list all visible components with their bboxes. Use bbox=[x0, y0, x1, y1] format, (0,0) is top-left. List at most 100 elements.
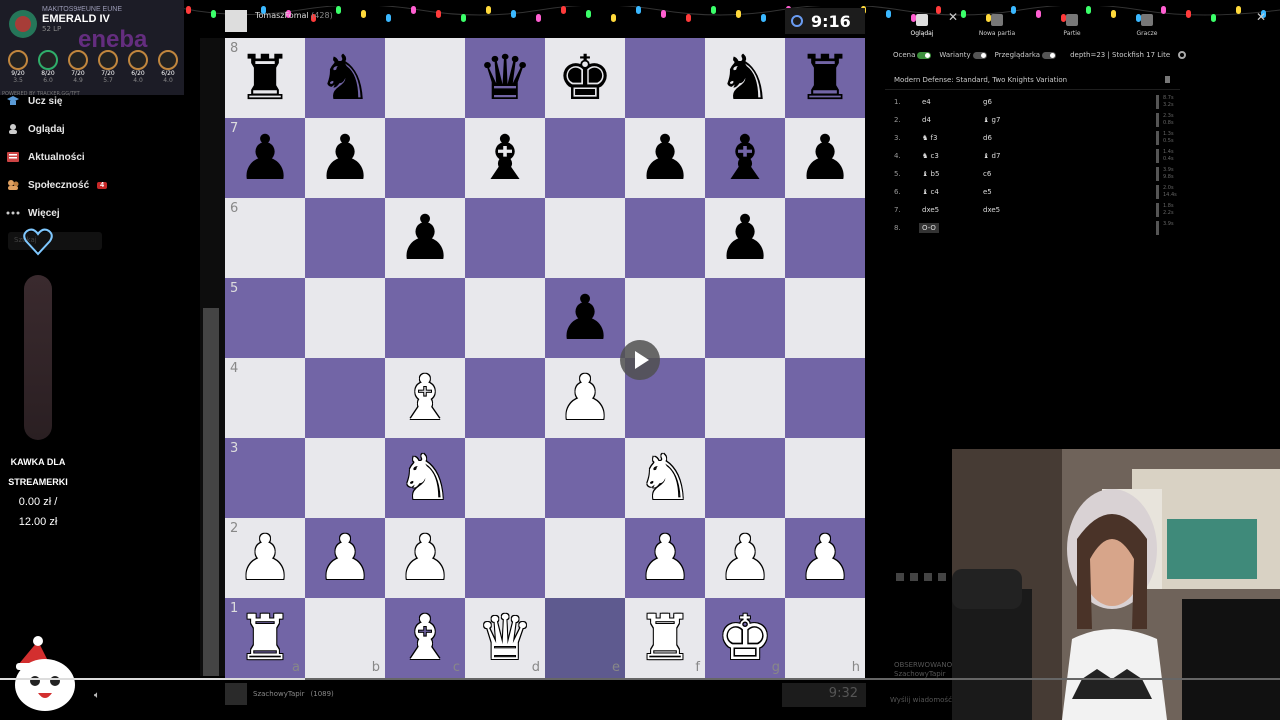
white-pawn-icon[interactable]: ♟ bbox=[225, 518, 305, 598]
black-bishop-icon[interactable]: ♝ bbox=[465, 118, 545, 198]
square-f8[interactable] bbox=[625, 38, 705, 118]
white-move[interactable]: dxe5 bbox=[922, 206, 939, 214]
square-a4[interactable]: 4 bbox=[225, 358, 305, 438]
black-move[interactable]: ♝ g7 bbox=[983, 116, 1000, 124]
black-pawn-icon[interactable]: ♟ bbox=[705, 198, 785, 278]
square-b5[interactable] bbox=[305, 278, 385, 358]
tab-games[interactable]: Partie bbox=[1042, 14, 1102, 37]
square-e1[interactable]: e bbox=[545, 598, 625, 678]
white-pawn-icon[interactable]: ♟ bbox=[625, 518, 705, 598]
square-g2[interactable]: ♟ bbox=[705, 518, 785, 598]
black-king-icon[interactable]: ♚ bbox=[545, 38, 625, 118]
white-pawn-icon[interactable]: ♟ bbox=[545, 358, 625, 438]
black-move[interactable]: d6 bbox=[983, 134, 992, 142]
black-pawn-icon[interactable]: ♟ bbox=[785, 118, 865, 198]
square-c3[interactable]: ♞ bbox=[385, 438, 465, 518]
chess-board[interactable]: 8 ♜ ♞ ♛ ♚ ♞ ♜ 7 ♟ ♟ ♝ ♟ ♝ ♟ 6 ♟ ♟ 5 ♟ 4 ♝ ♟ 3 ♞ ♞ 2 ♟ ♟ ♟ ♟ ♟ ♟ 1 a ♜ b c ♝ d ♛… bbox=[225, 38, 865, 678]
square-a2[interactable]: 2 ♟ bbox=[225, 518, 305, 598]
square-c4[interactable]: ♝ bbox=[385, 358, 465, 438]
tab-watch[interactable]: Oglądaj bbox=[892, 14, 952, 37]
black-pawn-icon[interactable]: ♟ bbox=[545, 278, 625, 358]
sidebar-item-community[interactable]: Społeczność 4 bbox=[6, 179, 108, 191]
sidebar-item-watch[interactable]: Oglądaj bbox=[6, 123, 65, 135]
gear-icon[interactable] bbox=[1178, 51, 1187, 59]
square-e8[interactable]: ♚ bbox=[545, 38, 625, 118]
black-move[interactable]: g6 bbox=[983, 98, 992, 106]
black-pawn-icon[interactable]: ♟ bbox=[385, 198, 465, 278]
tab-new-game[interactable]: Nowa partia bbox=[967, 14, 1027, 37]
square-h2[interactable]: ♟ bbox=[785, 518, 865, 598]
white-move[interactable]: ♞ f3 bbox=[922, 134, 937, 142]
square-g1[interactable]: g ♚ bbox=[705, 598, 785, 678]
square-c7[interactable] bbox=[385, 118, 465, 198]
expand-icon[interactable] bbox=[924, 573, 932, 581]
white-knight-icon[interactable]: ♞ bbox=[385, 438, 465, 518]
black-move[interactable]: ♝ d7 bbox=[983, 152, 1000, 160]
square-e6[interactable] bbox=[545, 198, 625, 278]
avatar[interactable] bbox=[225, 10, 247, 32]
player-username[interactable]: SzachowyTapir bbox=[253, 690, 305, 698]
white-queen-icon[interactable]: ♛ bbox=[465, 598, 545, 678]
option-eval[interactable]: Ocena bbox=[893, 51, 932, 59]
black-move[interactable]: c6 bbox=[983, 170, 991, 178]
white-move[interactable]: ♝ b5 bbox=[922, 170, 939, 178]
black-bishop-icon[interactable]: ♝ bbox=[705, 118, 785, 198]
black-pawn-icon[interactable]: ♟ bbox=[625, 118, 705, 198]
square-h1[interactable]: h bbox=[785, 598, 865, 678]
settings-icon[interactable] bbox=[938, 573, 946, 581]
square-d8[interactable]: ♛ bbox=[465, 38, 545, 118]
square-a6[interactable]: 6 bbox=[225, 198, 305, 278]
square-b2[interactable]: ♟ bbox=[305, 518, 385, 598]
avatar[interactable] bbox=[225, 683, 247, 705]
square-b6[interactable] bbox=[305, 198, 385, 278]
white-move[interactable]: d4 bbox=[922, 116, 931, 124]
white-bishop-icon[interactable]: ♝ bbox=[385, 598, 465, 678]
white-move[interactable]: ♞ c3 bbox=[922, 152, 939, 160]
square-f7[interactable]: ♟ bbox=[625, 118, 705, 198]
square-g7[interactable]: ♝ bbox=[705, 118, 785, 198]
square-d5[interactable] bbox=[465, 278, 545, 358]
square-h3[interactable] bbox=[785, 438, 865, 518]
square-f1[interactable]: f ♜ bbox=[625, 598, 705, 678]
white-king-icon[interactable]: ♚ bbox=[705, 598, 785, 678]
black-pawn-icon[interactable]: ♟ bbox=[225, 118, 305, 198]
square-a8[interactable]: 8 ♜ bbox=[225, 38, 305, 118]
sidebar-item-learn[interactable]: Ucz się bbox=[6, 95, 62, 107]
square-b4[interactable] bbox=[305, 358, 385, 438]
timeline-progress[interactable] bbox=[0, 678, 305, 680]
square-h6[interactable] bbox=[785, 198, 865, 278]
window-close-icon[interactable]: ✕ bbox=[1256, 10, 1266, 24]
square-e3[interactable] bbox=[545, 438, 625, 518]
tab-players[interactable]: Gracze bbox=[1117, 14, 1177, 37]
toggle-eval[interactable] bbox=[917, 51, 932, 59]
black-pawn-icon[interactable]: ♟ bbox=[305, 118, 385, 198]
close-icon[interactable]: ✕ bbox=[948, 10, 958, 24]
black-move[interactable]: dxe5 bbox=[983, 206, 1000, 214]
white-move[interactable]: O-O bbox=[919, 223, 939, 233]
black-move[interactable]: e5 bbox=[983, 188, 992, 196]
square-f6[interactable] bbox=[625, 198, 705, 278]
square-h4[interactable] bbox=[785, 358, 865, 438]
square-b3[interactable] bbox=[305, 438, 385, 518]
square-b8[interactable]: ♞ bbox=[305, 38, 385, 118]
square-a7[interactable]: 7 ♟ bbox=[225, 118, 305, 198]
black-queen-icon[interactable]: ♛ bbox=[465, 38, 545, 118]
square-d4[interactable] bbox=[465, 358, 545, 438]
volume-icon[interactable]: 🔈︎ bbox=[94, 690, 100, 701]
toggle-variations[interactable] bbox=[972, 51, 987, 59]
square-g8[interactable]: ♞ bbox=[705, 38, 785, 118]
sidebar-item-more[interactable]: Więcej bbox=[6, 207, 60, 219]
square-d7[interactable]: ♝ bbox=[465, 118, 545, 198]
square-c8[interactable] bbox=[385, 38, 465, 118]
white-move[interactable]: e4 bbox=[922, 98, 931, 106]
black-rook-icon[interactable]: ♜ bbox=[785, 38, 865, 118]
option-variations[interactable]: Warianty bbox=[939, 51, 987, 59]
white-bishop-icon[interactable]: ♝ bbox=[385, 358, 465, 438]
top-player-name[interactable]: TomaszFomal (428) bbox=[255, 11, 333, 20]
square-g4[interactable] bbox=[705, 358, 785, 438]
square-a1[interactable]: 1 a ♜ bbox=[225, 598, 305, 678]
white-knight-icon[interactable]: ♞ bbox=[625, 438, 705, 518]
square-c6[interactable]: ♟ bbox=[385, 198, 465, 278]
square-e2[interactable] bbox=[545, 518, 625, 598]
square-h5[interactable] bbox=[785, 278, 865, 358]
